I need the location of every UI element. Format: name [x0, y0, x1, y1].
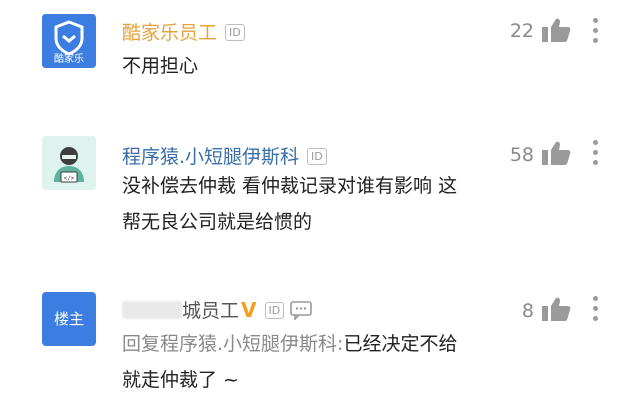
redacted-name — [122, 301, 182, 319]
comment-text-line: 帮无良公司就是给惯的 — [122, 211, 313, 233]
comment-item: </> 程序猿.小短腿伊斯科 ID 58 没补偿去仲裁 看仲裁记录对谁有影响 这 … — [0, 110, 640, 270]
author-name[interactable]: 程序猿.小短腿伊斯科 — [122, 146, 299, 168]
more-vertical-icon[interactable] — [591, 140, 599, 170]
comment-item: 楼主 城员工 V ID 8 回复程序猿.小短腿伊斯科:已经决定不给 就走仲裁了 ~ — [0, 270, 640, 413]
like-count: 22 — [509, 20, 534, 42]
reply-prefix[interactable]: 回复程序猿.小短腿伊斯科: — [122, 333, 343, 355]
comment-text: 不用担心 — [122, 55, 199, 77]
comment-text-line: 没补偿去仲裁 看仲裁记录对谁有影响 这 — [122, 175, 458, 197]
comment-icon[interactable] — [290, 300, 314, 320]
avatar[interactable]: 酷家乐 — [42, 14, 96, 68]
comment-author[interactable]: 酷家乐员工 ID — [122, 18, 245, 45]
avatar-label: 楼主 — [53, 310, 84, 328]
avatar-label: 酷家乐 — [54, 54, 84, 65]
svg-text:</>: </> — [64, 175, 75, 182]
avatar[interactable]: </> — [42, 136, 96, 190]
verified-badge: V — [241, 298, 257, 322]
thumb-up-icon[interactable] — [541, 17, 571, 43]
comment-text-line: 就走仲裁了 ~ — [122, 369, 239, 391]
more-vertical-icon[interactable] — [591, 296, 599, 326]
comment-author[interactable]: 程序猿.小短腿伊斯科 ID — [122, 142, 327, 169]
comment-item: 酷家乐 酷家乐员工 ID 22 不用担心 — [0, 0, 640, 110]
author-name[interactable]: 城员工 — [182, 300, 239, 322]
more-vertical-icon[interactable] — [591, 18, 599, 48]
id-badge: ID — [225, 24, 245, 41]
like-count: 8 — [521, 300, 534, 322]
avatar[interactable]: 楼主 — [42, 292, 96, 346]
like-count: 58 — [509, 144, 534, 166]
reply-text: 已经决定不给 — [343, 333, 458, 355]
comment-text: 回复程序猿.小短腿伊斯科:已经决定不给 就走仲裁了 ~ — [122, 326, 592, 398]
id-badge: ID — [264, 302, 285, 319]
author-name[interactable]: 酷家乐员工 — [122, 22, 217, 44]
id-badge: ID — [307, 148, 327, 165]
comment-text: 没补偿去仲裁 看仲裁记录对谁有影响 这 帮无良公司就是给惯的 — [122, 168, 592, 240]
comment-text-line: 回复程序猿.小短腿伊斯科:已经决定不给 — [122, 326, 592, 362]
coder-avatar-icon: </> — [42, 136, 96, 190]
thumb-up-icon[interactable] — [541, 140, 571, 166]
thumb-up-icon[interactable] — [541, 296, 571, 322]
comment-author[interactable]: 城员工 V ID — [122, 296, 314, 323]
